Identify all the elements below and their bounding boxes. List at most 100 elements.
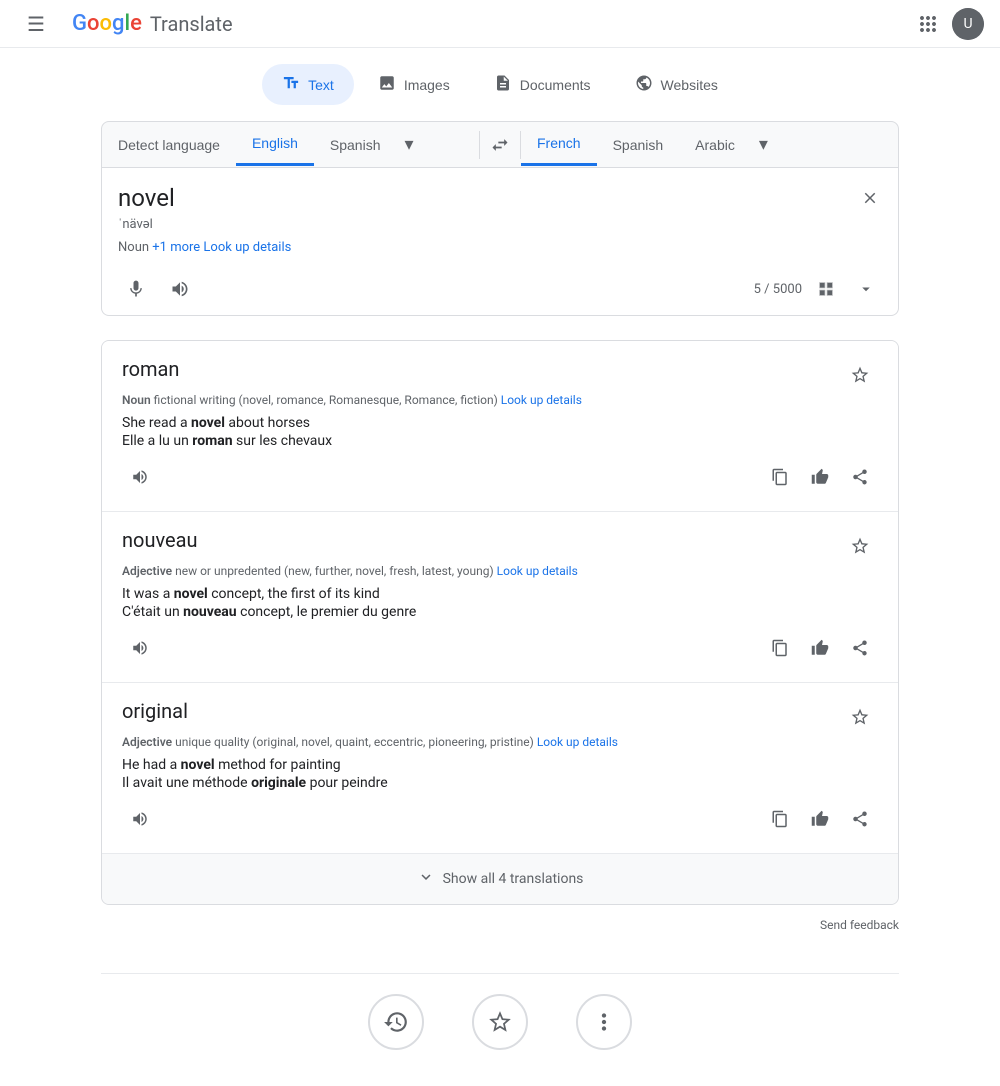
example-fr-roman: Elle a lu un roman sur les chevaux <box>122 433 878 449</box>
lang-spanish-source[interactable]: Spanish <box>314 125 397 165</box>
apps-icon[interactable] <box>912 8 944 40</box>
translation-meta-roman: Noun fictional writing (novel, romance, … <box>122 393 878 407</box>
lookup-roman-link[interactable]: Look up details <box>501 393 582 407</box>
tab-documents-label: Documents <box>520 77 591 93</box>
lang-spanish-target[interactable]: Spanish <box>597 125 680 165</box>
mode-tabs: Text Images Documents Websites <box>101 64 899 105</box>
tab-images[interactable]: Images <box>358 64 470 105</box>
input-area: novel ˈnävəl Noun +1 more Look up detail… <box>101 168 899 316</box>
translation-meta-nouveau: Adjective new or unpredented (new, furth… <box>122 564 878 578</box>
lang-swap-button[interactable] <box>480 125 520 165</box>
share-nouveau-button[interactable] <box>842 630 878 666</box>
more-icon <box>576 994 632 1050</box>
entry-footer-nouveau <box>122 630 878 666</box>
lookup-nouveau-link[interactable]: Look up details <box>497 564 578 578</box>
logo-translate-text: Translate <box>150 12 233 36</box>
history-icon <box>368 994 424 1050</box>
feedback-original-button[interactable] <box>802 801 838 837</box>
translation-entry-original: original Adjective unique quality (origi… <box>102 683 898 854</box>
lang-french[interactable]: French <box>521 123 597 166</box>
language-bar: Detect language English Spanish ▾ French… <box>101 121 899 168</box>
feedback-roman-button[interactable] <box>802 459 838 495</box>
documents-icon <box>494 74 512 95</box>
copy-nouveau-button[interactable] <box>762 630 798 666</box>
speaker-button[interactable] <box>162 271 198 307</box>
translation-entry-nouveau: nouveau Adjective new or unpredented (ne… <box>102 512 898 683</box>
target-lang-group: French Spanish Arabic ▾ <box>521 122 898 167</box>
star-roman-button[interactable] <box>842 357 878 393</box>
speaker-roman-button[interactable] <box>122 459 158 495</box>
results-card: roman Noun fictional writing (novel, rom… <box>101 340 899 905</box>
more-options-button[interactable] <box>850 273 882 305</box>
input-phonetic: ˈnävəl <box>118 216 882 232</box>
translation-meta-original: Adjective unique quality (original, nove… <box>122 735 878 749</box>
translation-entry-roman: roman Noun fictional writing (novel, rom… <box>102 341 898 512</box>
tab-text[interactable]: Text <box>262 64 354 105</box>
tab-websites[interactable]: Websites <box>615 64 738 105</box>
entry-actions-original <box>762 801 878 837</box>
entry-footer-roman <box>122 459 878 495</box>
feedback-row: Send feedback <box>101 909 899 941</box>
copy-roman-button[interactable] <box>762 459 798 495</box>
lookup-details-link[interactable]: Look up details <box>203 240 291 255</box>
grid-button[interactable] <box>810 273 842 305</box>
user-avatar[interactable]: U <box>952 8 984 40</box>
entry-actions-roman <box>762 459 878 495</box>
copy-original-button[interactable] <box>762 801 798 837</box>
translation-word-original: original <box>122 699 188 723</box>
speaker-original-button[interactable] <box>122 801 158 837</box>
input-actions <box>118 271 198 307</box>
source-lang-more-icon[interactable]: ▾ <box>396 122 421 167</box>
translation-word-nouveau: nouveau <box>122 528 198 552</box>
lang-detect[interactable]: Detect language <box>102 125 236 165</box>
bottom-nav-history[interactable] <box>368 994 424 1050</box>
entry-actions-nouveau <box>762 630 878 666</box>
bottom-nav <box>101 973 899 1070</box>
translation-word-roman: roman <box>122 357 179 381</box>
input-text[interactable]: novel <box>118 184 882 212</box>
char-count-text: 5 / 5000 <box>754 282 802 297</box>
pos-label: Noun <box>118 240 149 255</box>
feedback-nouveau-button[interactable] <box>802 630 838 666</box>
star-original-button[interactable] <box>842 699 878 735</box>
example-en-original: He had a novel method for painting <box>122 757 878 773</box>
target-lang-more-icon[interactable]: ▾ <box>751 122 776 167</box>
text-icon <box>282 74 300 95</box>
send-feedback-link[interactable]: Send feedback <box>820 918 899 932</box>
example-fr-nouveau: C'était un nouveau concept, le premier d… <box>122 604 878 620</box>
example-en-nouveau: It was a novel concept, the first of its… <box>122 586 878 602</box>
example-en-roman: She read a novel about horses <box>122 415 878 431</box>
clear-button[interactable] <box>854 182 886 214</box>
input-footer: 5 / 5000 <box>118 263 882 307</box>
star-nouveau-button[interactable] <box>842 528 878 564</box>
char-count: 5 / 5000 <box>754 273 882 305</box>
images-icon <box>378 74 396 95</box>
share-roman-button[interactable] <box>842 459 878 495</box>
header-right: U <box>912 8 984 40</box>
source-lang-group: Detect language English Spanish ▾ <box>102 122 479 167</box>
speaker-nouveau-button[interactable] <box>122 630 158 666</box>
hamburger-icon[interactable]: ☰ <box>16 4 56 44</box>
websites-icon <box>635 74 653 95</box>
bottom-nav-more[interactable] <box>576 994 632 1050</box>
lookup-original-link[interactable]: Look up details <box>537 735 618 749</box>
main-content: Text Images Documents Websites Detect la… <box>85 48 915 1086</box>
input-pos: Noun +1 more Look up details <box>118 240 882 255</box>
show-all-icon <box>417 868 435 890</box>
show-all-row[interactable]: Show all 4 translations <box>102 854 898 904</box>
app-logo: Google Translate <box>72 11 233 36</box>
tab-websites-label: Websites <box>661 77 718 93</box>
app-header: ☰ Google Translate U <box>0 0 1000 48</box>
pos-more: +1 more <box>152 240 200 255</box>
share-original-button[interactable] <box>842 801 878 837</box>
tab-documents[interactable]: Documents <box>474 64 611 105</box>
bottom-nav-saved[interactable] <box>472 994 528 1050</box>
entry-footer-original <box>122 801 878 837</box>
header-left: ☰ Google Translate <box>16 4 233 44</box>
show-all-label: Show all 4 translations <box>443 871 584 887</box>
saved-icon <box>472 994 528 1050</box>
mic-button[interactable] <box>118 271 154 307</box>
lang-english[interactable]: English <box>236 123 314 166</box>
tab-images-label: Images <box>404 77 450 93</box>
lang-arabic[interactable]: Arabic <box>679 125 751 165</box>
